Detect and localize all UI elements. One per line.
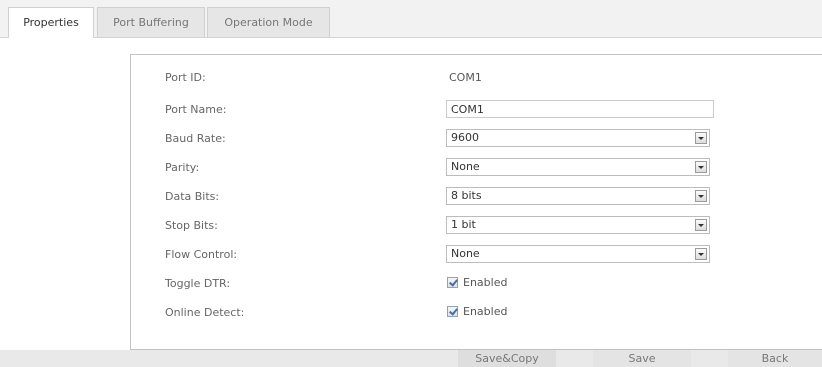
tab-operation-mode[interactable]: Operation Mode: [207, 7, 330, 37]
parity-row: Parity: None: [131, 157, 822, 179]
chevron-down-icon[interactable]: [695, 248, 707, 260]
stop-bits-row: Stop Bits: 1 bit: [131, 215, 822, 237]
flow-control-select[interactable]: None: [446, 245, 710, 263]
toggle-dtr-row: Toggle DTR: Enabled: [131, 273, 822, 295]
stop-bits-value: 1 bit: [451, 218, 476, 231]
save-button[interactable]: Save: [593, 350, 691, 367]
data-bits-value: 8 bits: [451, 189, 482, 202]
data-bits-row: Data Bits: 8 bits: [131, 186, 822, 208]
chevron-down-icon[interactable]: [695, 190, 707, 202]
baud-rate-row: Baud Rate: 9600: [131, 128, 822, 150]
flow-control-label: Flow Control:: [165, 248, 238, 261]
port-id-label: Port ID:: [165, 71, 206, 84]
data-bits-select[interactable]: 8 bits: [446, 187, 710, 205]
stop-bits-select[interactable]: 1 bit: [446, 216, 710, 234]
online-detect-enabled-label: Enabled: [463, 305, 508, 318]
online-detect-label: Online Detect:: [165, 306, 245, 319]
toggle-dtr-label: Toggle DTR:: [165, 277, 231, 290]
flow-control-value: None: [451, 247, 480, 260]
port-id-row: Port ID: COM1: [131, 67, 822, 89]
chevron-down-icon[interactable]: [695, 219, 707, 231]
checkbox-checked-icon[interactable]: [447, 277, 458, 288]
stop-bits-label: Stop Bits:: [165, 219, 218, 232]
baud-rate-select[interactable]: 9600: [446, 129, 710, 147]
data-bits-label: Data Bits:: [165, 190, 220, 203]
toggle-dtr-enabled-label: Enabled: [463, 276, 508, 289]
tab-port-buffering[interactable]: Port Buffering: [97, 7, 205, 37]
port-name-input[interactable]: [446, 100, 714, 118]
port-id-value: COM1: [449, 71, 482, 84]
baud-rate-label: Baud Rate:: [165, 132, 226, 145]
tab-bar: Properties Port Buffering Operation Mode: [0, 0, 822, 38]
port-name-label: Port Name:: [165, 103, 227, 116]
tab-properties[interactable]: Properties: [8, 7, 94, 38]
parity-select[interactable]: None: [446, 158, 710, 176]
save-copy-button[interactable]: Save&Copy: [458, 350, 556, 367]
port-name-row: Port Name:: [131, 99, 822, 121]
flow-control-row: Flow Control: None: [131, 244, 822, 266]
chevron-down-icon[interactable]: [695, 132, 707, 144]
online-detect-row: Online Detect: Enabled: [131, 302, 822, 324]
back-button[interactable]: Back: [728, 350, 822, 367]
properties-panel: Port ID: COM1 Port Name: Baud Rate: 9600…: [130, 54, 822, 350]
chevron-down-icon[interactable]: [695, 161, 707, 173]
parity-value: None: [451, 160, 480, 173]
parity-label: Parity:: [165, 161, 200, 174]
baud-rate-value: 9600: [451, 131, 479, 144]
checkbox-checked-icon[interactable]: [447, 306, 458, 317]
footer-bar: Save&Copy Save Back: [0, 350, 822, 367]
